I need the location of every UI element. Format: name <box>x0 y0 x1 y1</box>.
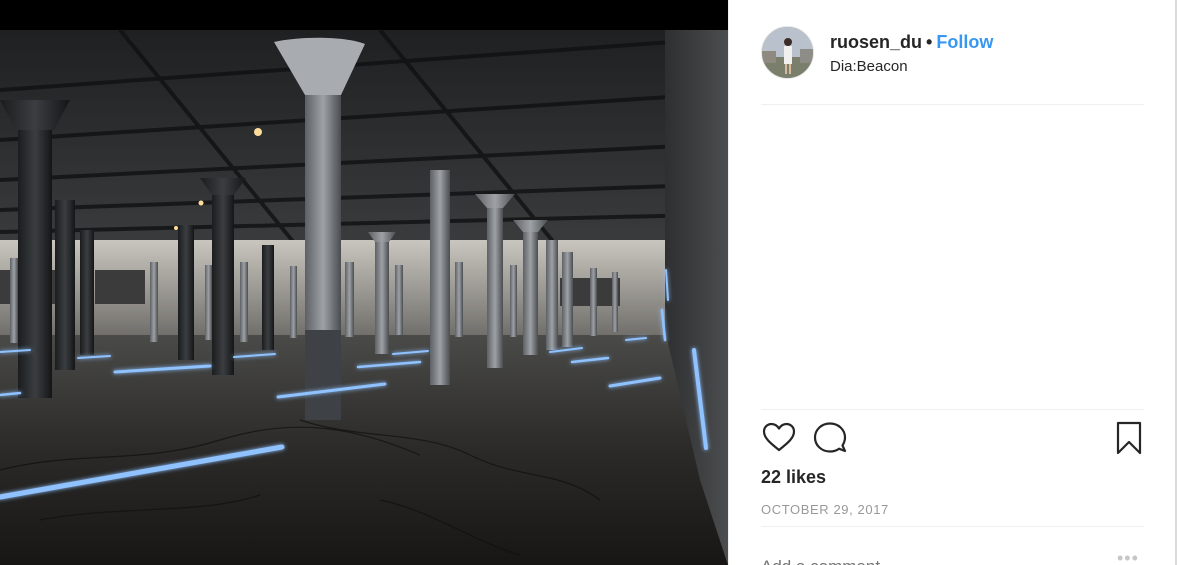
post-header: ruosen_du • Follow Dia:Beacon <box>761 26 1145 82</box>
actions-divider <box>761 409 1144 410</box>
action-bar <box>761 420 1146 460</box>
heart-icon <box>762 422 796 452</box>
save-button[interactable] <box>1111 420 1147 456</box>
comment-icon <box>813 422 847 453</box>
more-options-icon[interactable]: ••• <box>1117 548 1139 565</box>
username-row: ruosen_du • Follow <box>830 31 993 53</box>
bookmark-icon <box>1116 421 1142 455</box>
location-link[interactable]: Dia:Beacon <box>830 58 908 75</box>
separator-dot: • <box>926 32 933 52</box>
comment-input[interactable] <box>761 552 1101 565</box>
likes-count[interactable]: 22 likes <box>761 467 826 488</box>
username-link[interactable]: ruosen_du <box>830 32 922 52</box>
comment-button[interactable] <box>812 420 848 456</box>
post-sidebar: ruosen_du • Follow Dia:Beacon 22 likes OCT… <box>728 0 1177 565</box>
comment-divider <box>761 526 1144 527</box>
post-photo[interactable] <box>0 0 728 565</box>
follow-button[interactable]: Follow <box>936 32 993 52</box>
avatar[interactable] <box>761 26 814 79</box>
gallery-interior-image <box>0 0 728 565</box>
like-button[interactable] <box>761 420 797 456</box>
header-divider <box>761 104 1144 105</box>
avatar-image <box>762 27 813 78</box>
post-date: OCTOBER 29, 2017 <box>761 502 889 517</box>
